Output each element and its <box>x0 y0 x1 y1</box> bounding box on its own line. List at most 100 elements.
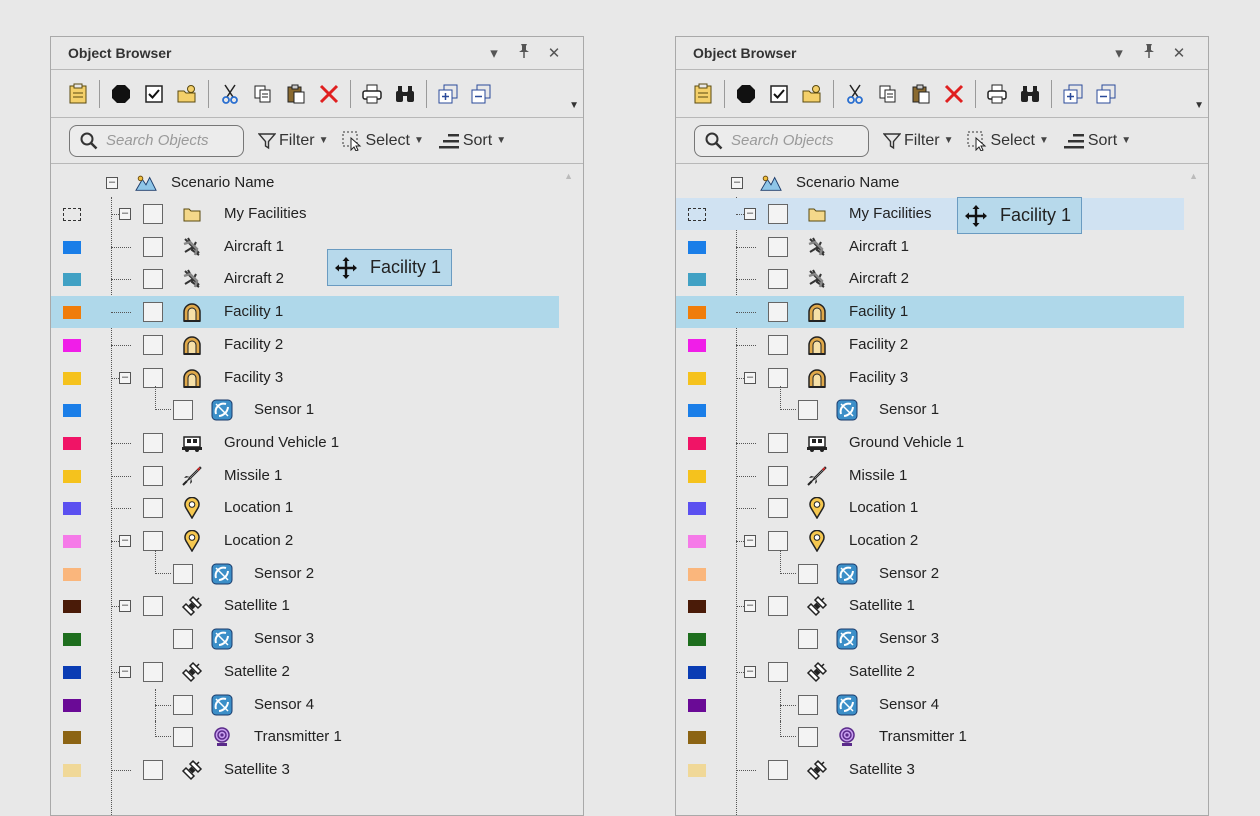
tree-row[interactable]: Sensor 3 <box>676 623 1184 655</box>
tree-row[interactable]: – My Facilities <box>676 198 1184 230</box>
tree-row[interactable]: Ground Vehicle 1 <box>676 427 1184 459</box>
filter-button[interactable]: Filter ▼ <box>258 132 328 150</box>
tree-row[interactable]: Facility 1 <box>676 296 1184 329</box>
tree-row[interactable]: Sensor 2 <box>676 549 1184 590</box>
visibility-checkbox[interactable] <box>143 334 163 355</box>
color-swatch[interactable] <box>63 436 81 450</box>
collapse-icon[interactable]: – <box>731 177 743 189</box>
visibility-checkbox[interactable] <box>173 727 193 748</box>
collapse-icon[interactable]: – <box>119 665 131 678</box>
visibility-checkbox[interactable] <box>798 694 818 715</box>
color-swatch[interactable] <box>688 633 706 647</box>
color-swatch[interactable] <box>63 763 81 777</box>
properties-icon[interactable] <box>688 79 718 109</box>
select-button[interactable]: Select ▼ <box>342 131 424 151</box>
visibility-checkbox[interactable] <box>798 563 818 584</box>
sort-button[interactable]: Sort ▼ <box>438 132 506 150</box>
visibility-checkbox[interactable] <box>143 236 163 257</box>
color-swatch[interactable] <box>63 306 81 320</box>
checkbox-icon[interactable] <box>764 79 794 109</box>
copy-icon[interactable] <box>873 79 903 109</box>
tree-row[interactable]: – My Facilities <box>51 198 559 230</box>
print-icon[interactable] <box>357 79 387 109</box>
collapse-icon[interactable]: – <box>744 600 756 613</box>
visibility-checkbox[interactable] <box>768 334 788 355</box>
color-swatch[interactable] <box>688 763 706 777</box>
visibility-checkbox[interactable] <box>768 661 788 682</box>
tree-row[interactable]: Sensor 4 <box>676 688 1184 721</box>
tree-row[interactable]: Missile 1 <box>51 460 559 492</box>
visibility-checkbox[interactable] <box>143 367 163 388</box>
search-input[interactable]: Search Objects <box>694 124 869 157</box>
color-swatch[interactable] <box>63 731 81 745</box>
color-swatch[interactable] <box>63 469 81 483</box>
print-icon[interactable] <box>982 79 1012 109</box>
color-swatch[interactable] <box>688 208 706 221</box>
color-swatch[interactable] <box>63 273 81 287</box>
collapse-icon[interactable]: – <box>744 535 756 547</box>
color-swatch[interactable] <box>688 535 706 548</box>
expand-all-icon[interactable] <box>433 79 463 109</box>
visibility-checkbox[interactable] <box>143 661 163 682</box>
find-icon[interactable] <box>1015 79 1045 109</box>
filter-button[interactable]: Filter ▼ <box>883 132 953 150</box>
color-swatch[interactable] <box>63 633 81 647</box>
color-swatch[interactable] <box>688 404 706 418</box>
color-swatch[interactable] <box>63 208 81 221</box>
tree-row[interactable]: – Facility 3 <box>51 362 559 394</box>
color-swatch[interactable] <box>688 731 706 745</box>
color-swatch[interactable] <box>688 698 706 712</box>
stop-icon[interactable] <box>106 79 136 109</box>
visibility-checkbox[interactable] <box>798 727 818 748</box>
collapse-icon[interactable]: – <box>744 371 756 384</box>
collapse-icon[interactable]: – <box>106 177 118 189</box>
tree-row[interactable]: – Facility 3 <box>676 362 1184 394</box>
paste-icon[interactable] <box>906 79 936 109</box>
tree-row[interactable]: Facility 2 <box>676 329 1184 361</box>
visibility-checkbox[interactable] <box>798 629 818 650</box>
visibility-checkbox[interactable] <box>768 367 788 388</box>
visibility-checkbox[interactable] <box>143 596 163 617</box>
tree-row[interactable]: Location 1 <box>676 492 1184 524</box>
tree-row[interactable]: – Satellite 1 <box>51 590 559 622</box>
tree-row[interactable]: Location 1 <box>51 492 559 524</box>
copy-icon[interactable] <box>248 79 278 109</box>
collapse-icon[interactable]: – <box>119 371 131 384</box>
collapse-icon[interactable]: – <box>119 600 131 613</box>
visibility-checkbox[interactable] <box>768 432 788 453</box>
color-swatch[interactable] <box>63 240 81 254</box>
cut-icon[interactable] <box>840 79 870 109</box>
visibility-checkbox[interactable] <box>768 204 788 224</box>
tree-row[interactable]: – Satellite 2 <box>51 656 559 688</box>
tree-row[interactable]: Ground Vehicle 1 <box>51 427 559 459</box>
visibility-checkbox[interactable] <box>143 204 163 224</box>
collapse-icon[interactable]: – <box>119 535 131 547</box>
new-folder-icon[interactable] <box>797 79 827 109</box>
stop-icon[interactable] <box>731 79 761 109</box>
tree-row[interactable]: Sensor 4 <box>51 688 559 721</box>
toolbar-overflow-icon[interactable]: ▼ <box>569 100 579 111</box>
collapse-icon[interactable]: – <box>744 665 756 678</box>
tree-row[interactable]: Missile 1 <box>676 460 1184 492</box>
color-swatch[interactable] <box>688 273 706 287</box>
color-swatch[interactable] <box>688 567 706 581</box>
tree-root-row[interactable]: – Scenario Name <box>51 167 559 199</box>
color-swatch[interactable] <box>63 665 81 679</box>
scroll-up-icon[interactable]: ▲ <box>1189 171 1198 181</box>
color-swatch[interactable] <box>688 502 706 516</box>
tree-row[interactable]: Sensor 1 <box>51 386 559 426</box>
tree-row[interactable]: Transmitter 1 <box>51 721 559 753</box>
tree-row[interactable]: Aircraft 1 <box>676 231 1184 263</box>
collapse-icon[interactable]: – <box>119 208 131 220</box>
dropdown-menu-icon[interactable]: ▾ <box>1104 44 1134 62</box>
scroll-up-icon[interactable]: ▲ <box>564 171 573 181</box>
color-swatch[interactable] <box>63 404 81 418</box>
visibility-checkbox[interactable] <box>143 531 163 551</box>
tree-row[interactable]: – Location 2 <box>51 525 559 557</box>
tree-row[interactable]: – Satellite 2 <box>676 656 1184 688</box>
visibility-checkbox[interactable] <box>768 302 788 323</box>
color-swatch[interactable] <box>688 469 706 483</box>
tree-row[interactable]: Satellite 3 <box>51 754 559 786</box>
new-folder-icon[interactable] <box>172 79 202 109</box>
visibility-checkbox[interactable] <box>173 563 193 584</box>
